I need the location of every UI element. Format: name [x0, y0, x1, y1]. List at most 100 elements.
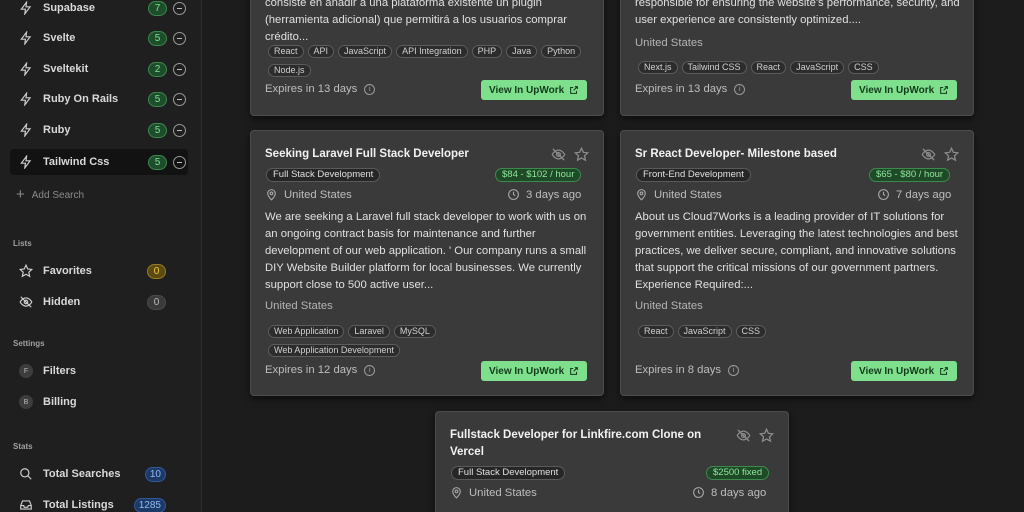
posted-time: 7 days ago	[877, 188, 951, 201]
remove-search-icon[interactable]	[173, 1, 186, 15]
info-icon[interactable]: i	[364, 83, 376, 95]
expires-label: Expires in 12 days	[265, 364, 358, 376]
sidebar-item-sveltekit[interactable]: Sveltekit 2	[10, 56, 188, 82]
sidebar-item-ruby[interactable]: Ruby 5	[10, 117, 188, 143]
count-badge: 0	[147, 263, 166, 279]
count-badge: 7	[148, 0, 167, 16]
job-country: United States	[635, 188, 722, 201]
bolt-icon	[18, 30, 34, 46]
count-badge: 2	[148, 61, 167, 77]
skill-tag: Node.js	[268, 64, 311, 77]
sidebar: Supabase 7 Svelte 5 Sveltekit 2 Ruby On …	[0, 0, 202, 512]
remove-search-icon[interactable]	[173, 123, 186, 137]
sidebar-item-billing[interactable]: B Billing	[10, 389, 188, 415]
sidebar-item-ruby-on-rails[interactable]: Ruby On Rails 5	[10, 86, 188, 112]
skill-tag: React	[268, 45, 304, 58]
job-country: United States	[450, 486, 537, 499]
stat-label: Total Searches	[43, 468, 121, 480]
remove-search-icon[interactable]	[173, 31, 186, 45]
skill-tag: React	[638, 325, 674, 338]
posted-label: 3 days ago	[526, 188, 582, 201]
view-in-upwork-button[interactable]: View In UpWork	[851, 361, 958, 381]
view-in-upwork-button[interactable]: View In UpWork	[851, 80, 958, 100]
favorite-star-icon[interactable]	[944, 147, 959, 162]
add-search-button[interactable]: + Add Search	[16, 187, 84, 202]
remove-search-icon[interactable]	[173, 92, 186, 106]
bolt-icon	[18, 61, 34, 77]
job-card: responsible for ensuring the website's p…	[620, 0, 974, 116]
bolt-icon	[18, 154, 34, 170]
expires-text: Expires in 8 days i	[635, 364, 740, 376]
skill-tag: Laravel	[348, 325, 390, 338]
skill-tag: CSS	[735, 325, 767, 338]
job-title[interactable]: Seeking Laravel Full Stack Developer	[265, 146, 525, 163]
eye-off-icon	[18, 294, 34, 310]
skill-tag: Java	[506, 45, 538, 58]
country-label: United States	[654, 188, 722, 201]
skill-tag: PHP	[471, 45, 503, 58]
sidebar-item-tailwind-css[interactable]: Tailwind Css 5	[10, 149, 188, 175]
skill-tag: JavaScript	[338, 45, 393, 58]
hide-icon[interactable]	[921, 147, 936, 162]
star-icon	[18, 263, 34, 279]
hide-icon[interactable]	[736, 428, 751, 443]
count-badge: 0	[147, 294, 166, 310]
lists-section-title: Lists	[13, 239, 32, 248]
job-card: Sr React Developer- Milestone based Fron…	[620, 130, 974, 396]
view-in-upwork-button[interactable]: View In UpWork	[481, 80, 588, 100]
stat-total-searches: Total Searches 10	[10, 461, 188, 487]
remove-search-icon[interactable]	[173, 155, 186, 169]
job-title[interactable]: Sr React Developer- Milestone based	[635, 146, 895, 163]
sidebar-item-favorites[interactable]: Favorites 0	[10, 258, 188, 284]
favorite-star-icon[interactable]	[759, 428, 774, 443]
sidebar-item-hidden[interactable]: Hidden 0	[10, 289, 188, 315]
billing-letter: B	[19, 395, 33, 409]
favorite-star-icon[interactable]	[574, 147, 589, 162]
sidebar-item-label: Ruby	[43, 124, 71, 136]
external-link-icon	[940, 367, 949, 375]
button-label: View In UpWork	[859, 365, 935, 377]
skill-tag: Web Application Development	[268, 344, 400, 357]
button-label: View In UpWork	[489, 365, 565, 377]
search-icon	[18, 466, 34, 482]
sidebar-item-label: Ruby On Rails	[43, 93, 119, 105]
sidebar-item-label: Svelte	[43, 32, 76, 44]
count-badge: 10	[144, 466, 166, 482]
country-label: United States	[284, 188, 352, 201]
card-actions	[728, 428, 774, 443]
job-title[interactable]: Fullstack Developer for Linkfire.com Clo…	[450, 427, 712, 461]
location-pin-icon	[637, 189, 646, 201]
count-badge: 5	[148, 154, 167, 170]
expires-label: Expires in 13 days	[265, 83, 358, 95]
external-link-icon	[570, 86, 579, 94]
job-location: United States	[635, 300, 703, 312]
stat-total-listings: Total Listings 1285	[10, 492, 188, 512]
info-icon[interactable]: i	[364, 364, 376, 376]
remove-search-icon[interactable]	[173, 62, 186, 76]
skill-tag: Tailwind CSS	[681, 61, 747, 74]
sidebar-item-label: Supabase	[43, 2, 95, 14]
settings-section-title: Settings	[13, 339, 45, 348]
sidebar-item-label: Hidden	[43, 296, 81, 308]
skill-tag: CSS	[848, 61, 879, 74]
sidebar-item-supabase[interactable]: Supabase 7	[10, 0, 188, 21]
sidebar-item-label: Tailwind Css	[43, 156, 110, 168]
expires-text: Expires in 13 days i	[635, 83, 746, 95]
job-description: About us Cloud7Works is a leading provid…	[635, 211, 958, 291]
hide-icon[interactable]	[551, 147, 566, 162]
sidebar-item-label: Billing	[43, 396, 77, 408]
external-link-icon	[940, 86, 949, 94]
clock-icon	[508, 189, 519, 200]
price-badge: $2500 fixed	[706, 466, 770, 480]
sidebar-item-filters[interactable]: F Filters	[10, 358, 188, 384]
expires-label: Expires in 8 days	[635, 364, 722, 376]
view-in-upwork-button[interactable]: View In UpWork	[481, 361, 588, 381]
info-icon[interactable]: i	[734, 83, 746, 95]
info-icon[interactable]: i	[728, 364, 740, 376]
price-badge: $65 - $80 / hour	[869, 168, 951, 182]
skill-tags: React API JavaScript API Integration PHP Java…	[268, 41, 598, 79]
sidebar-item-svelte[interactable]: Svelte 5	[10, 25, 188, 51]
clock-icon	[693, 487, 704, 498]
skill-tag: Python	[541, 45, 582, 58]
billing-letter-icon: B	[18, 394, 34, 410]
